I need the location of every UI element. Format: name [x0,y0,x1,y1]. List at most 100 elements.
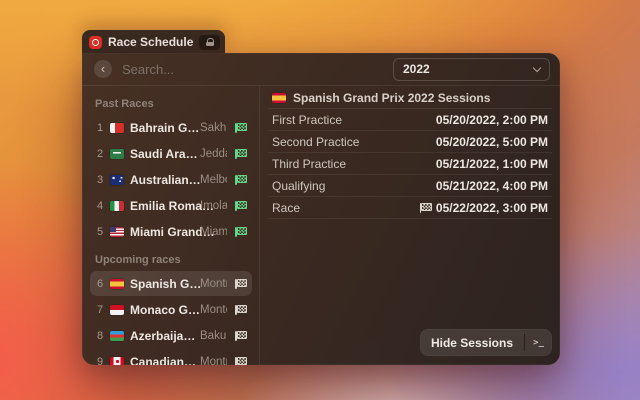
desktop-background: Race Schedule ‹ Search... 2022 Past Race… [0,0,640,400]
checkered-flag-icon [233,147,246,160]
race-list-item-monaco[interactable]: 7 Monaco G… Monte-Carl… [90,297,252,322]
session-datetime: 05/22/2022, 3:00 PM [418,201,548,215]
race-title: Miami Grand… [130,225,194,239]
country-flag-icon [272,93,286,103]
window-body: Past Races 1 Bahrain G… Sakhir, Bahr… 2 … [82,86,560,365]
race-number: 4 [96,200,104,212]
section-title-past-races: Past Races [95,98,247,110]
country-flag-icon [110,149,124,159]
session-row-second-practice[interactable]: Second Practice 05/20/2022, 5:00 PM [268,131,552,153]
checkered-flag-icon [233,199,246,212]
lock-icon [205,38,214,47]
race-title: Azerbaija… [130,329,194,343]
session-datetime-text: 05/20/2022, 5:00 PM [436,135,548,149]
race-number: 1 [96,122,104,134]
checkered-flag-icon [233,277,246,290]
session-name: Second Practice [272,135,436,149]
race-location: Imola, Italy [200,200,227,212]
session-row-first-practice[interactable]: First Practice 05/20/2022, 2:00 PM [268,109,552,131]
session-datetime-text: 05/21/2022, 4:00 PM [436,179,548,193]
session-name: First Practice [272,113,436,127]
country-flag-icon [110,357,124,366]
terminal-icon[interactable]: >_ [525,329,552,356]
session-row-race[interactable]: Race 05/22/2022, 3:00 PM [268,197,552,219]
race-title: Spanish G… [130,277,194,291]
race-location: Monte-Carl… [200,304,227,316]
race-list-item-miami[interactable]: 5 Miami Grand… Miami, USA [90,219,252,244]
session-datetime-text: 05/22/2022, 3:00 PM [436,201,548,215]
race-list-item-spain-selected[interactable]: 6 Spanish G… Montmeló,… [90,271,252,296]
race-list: Past Races 1 Bahrain G… Sakhir, Bahr… 2 … [82,86,260,365]
session-datetime-text: 05/21/2022, 1:00 PM [436,157,548,171]
country-flag-icon [110,201,124,211]
race-list-item-australia[interactable]: 3 Australian… Melbourne,… [90,167,252,192]
section-title-upcoming-races: Upcoming races [95,254,247,266]
race-location: Montmeló,… [200,278,227,290]
race-location: Montreal, C… [200,356,227,366]
lock-button[interactable] [199,35,220,50]
race-schedule-app-icon [89,36,102,49]
hide-sessions-button[interactable]: Hide Sessions [420,329,524,356]
checkered-flag-icon [233,173,246,186]
race-title: Saudi Ara… [130,147,194,161]
race-list-item-canada[interactable]: 9 Canadian… Montreal, C… [90,349,252,365]
checkered-flag-icon [418,201,431,214]
race-title: Bahrain G… [130,121,194,135]
checkered-flag-icon [233,329,246,342]
race-title: Emilia Roma… [130,199,194,213]
footer-action-group: Hide Sessions >_ [420,329,552,356]
race-location: Miami, USA [200,226,227,238]
country-flag-icon [110,305,124,315]
race-list-item-azerbaijan[interactable]: 8 Azerbaija… Baku, Azerb… [90,323,252,348]
session-datetime: 05/21/2022, 4:00 PM [436,179,548,193]
session-datetime: 05/20/2022, 5:00 PM [436,135,548,149]
race-number: 5 [96,226,104,238]
race-list-item-bahrain[interactable]: 1 Bahrain G… Sakhir, Bahr… [90,115,252,140]
year-dropdown[interactable]: 2022 [393,58,550,81]
session-name: Qualifying [272,179,436,193]
race-number: 9 [96,356,104,366]
race-location: Sakhir, Bahr… [200,122,227,134]
search-input[interactable]: Search... [122,62,393,77]
race-title: Australian… [130,173,194,187]
race-title: Canadian… [130,355,194,366]
search-bar: ‹ Search... 2022 [82,53,560,86]
session-datetime-text: 05/20/2022, 2:00 PM [436,113,548,127]
race-number: 6 [96,278,104,290]
year-dropdown-value: 2022 [403,62,534,76]
checkered-flag-icon [233,225,246,238]
race-list-item-saudi[interactable]: 2 Saudi Ara… Jeddah, Sa… [90,141,252,166]
race-list-item-emilia-romagna[interactable]: 4 Emilia Roma… Imola, Italy [90,193,252,218]
checkered-flag-icon [233,303,246,316]
session-datetime: 05/20/2022, 2:00 PM [436,113,548,127]
country-flag-icon [110,123,124,133]
race-location: Baku, Azerb… [200,330,227,342]
sessions-panel: Spanish Grand Prix 2022 Sessions First P… [260,86,560,365]
sessions-panel-title: Spanish Grand Prix 2022 Sessions [293,91,490,105]
session-name: Race [272,201,418,215]
checkered-flag-icon [233,121,246,134]
chevron-down-icon [533,63,541,71]
back-button[interactable]: ‹ [94,60,112,78]
checkered-flag-icon [233,355,246,365]
session-datetime: 05/21/2022, 1:00 PM [436,157,548,171]
race-number: 2 [96,148,104,160]
session-row-qualifying[interactable]: Qualifying 05/21/2022, 4:00 PM [268,175,552,197]
app-window: ‹ Search... 2022 Past Races 1 Bahrain G…… [82,53,560,365]
sessions-panel-header: Spanish Grand Prix 2022 Sessions [268,88,552,109]
country-flag-icon [110,227,124,237]
session-name: Third Practice [272,157,436,171]
country-flag-icon [110,175,124,185]
race-number: 8 [96,330,104,342]
race-location: Melbourne,… [200,174,227,186]
back-chevron-icon: ‹ [101,62,105,75]
country-flag-icon [110,279,124,289]
race-location: Jeddah, Sa… [200,148,227,160]
race-number: 7 [96,304,104,316]
country-flag-icon [110,331,124,341]
race-number: 3 [96,174,104,186]
window-tab[interactable]: Race Schedule [82,30,225,54]
session-row-third-practice[interactable]: Third Practice 05/21/2022, 1:00 PM [268,153,552,175]
race-title: Monaco G… [130,303,194,317]
tab-title: Race Schedule [108,35,193,49]
